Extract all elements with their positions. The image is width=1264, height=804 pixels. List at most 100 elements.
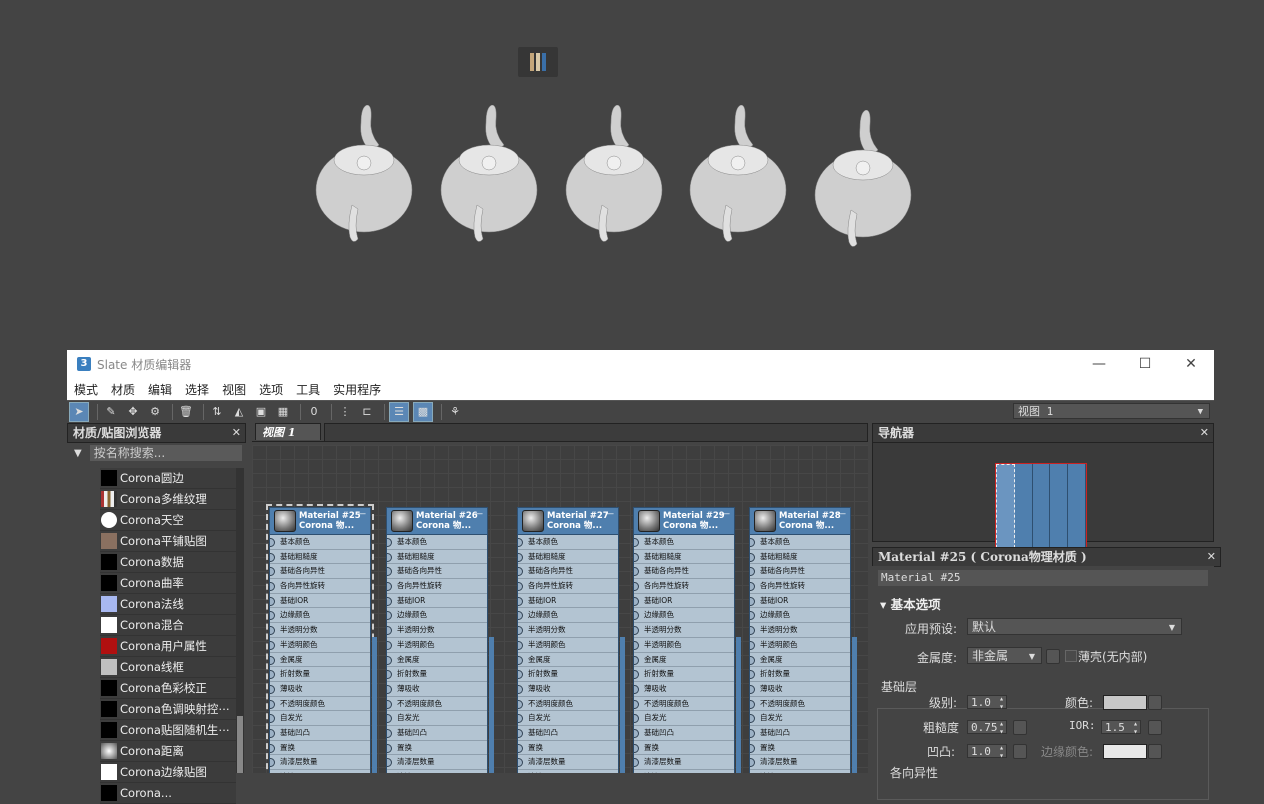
roughness-map-button[interactable]: [1013, 720, 1027, 735]
list-item[interactable]: Corona用户属性: [100, 636, 236, 657]
node-slot[interactable]: 基础各向异性: [518, 564, 618, 580]
show-in-viewport-icon[interactable]: ▩: [413, 401, 433, 422]
maximize-button[interactable]: ☐: [1122, 350, 1168, 378]
node-slot[interactable]: 各向异性旋转: [518, 579, 618, 594]
select-by-material-icon[interactable]: ⚘: [446, 403, 464, 421]
node-slot[interactable]: 不透明度颜色: [518, 697, 618, 712]
edge-color-map-button[interactable]: [1148, 744, 1162, 759]
node-slot[interactable]: 置换: [270, 741, 370, 756]
node-slot[interactable]: 基本颜色: [518, 535, 618, 550]
node-slot[interactable]: 各向异性旋转: [387, 579, 487, 594]
bump-map-button[interactable]: [1013, 744, 1027, 759]
node-slot[interactable]: 半透明分数: [270, 623, 370, 638]
node-slot[interactable]: 薄吸收: [750, 682, 850, 697]
ior-map-button[interactable]: [1148, 720, 1162, 735]
node-slot[interactable]: 置换: [518, 741, 618, 756]
node-slot[interactable]: 折射数量: [270, 667, 370, 682]
menu-edit[interactable]: 编辑: [148, 381, 172, 398]
node-header[interactable]: Material #28 Corona 物... —: [749, 507, 851, 535]
close-icon[interactable]: ✕: [232, 424, 241, 442]
node-slot[interactable]: 半透明分数: [518, 623, 618, 638]
browser-scrollbar[interactable]: [236, 468, 244, 773]
node-slot[interactable]: 折射数量: [518, 667, 618, 682]
node-slot[interactable]: 基础IOR: [634, 594, 734, 609]
navigator-frame[interactable]: [995, 463, 1087, 549]
node-slot[interactable]: 基础IOR: [750, 594, 850, 609]
close-button[interactable]: ✕: [1168, 350, 1214, 378]
node-slot[interactable]: 置换: [387, 741, 487, 756]
node-slot[interactable]: 基础各向异性: [750, 564, 850, 580]
node-slot[interactable]: 清漆层数量: [634, 755, 734, 770]
node-header[interactable]: Material #27 Corona 物... —: [517, 507, 619, 535]
delete-icon[interactable]: 🗑: [177, 403, 195, 421]
node-slot[interactable]: 不透明度颜色: [750, 697, 850, 712]
node-slot[interactable]: 清漆层数量: [270, 755, 370, 770]
node-slot[interactable]: 各向异性旋转: [270, 579, 370, 594]
collapse-node-icon[interactable]: —: [837, 509, 846, 519]
node-slot[interactable]: 金属度: [634, 653, 734, 668]
node-slot[interactable]: 薄吸收: [387, 682, 487, 697]
collapse-node-icon[interactable]: —: [605, 509, 614, 519]
menu-view[interactable]: 视图: [222, 381, 246, 398]
node-slot[interactable]: 基础凹凸: [387, 726, 487, 741]
node-slot[interactable]: 基础IOR: [270, 594, 370, 609]
node-slot[interactable]: 金属度: [387, 653, 487, 668]
roughness-spinner[interactable]: 0.75 ▴ ▾: [967, 720, 1007, 736]
list-item[interactable]: Corona平铺贴图: [100, 531, 236, 552]
3d-viewport[interactable]: [0, 0, 1264, 350]
node-slot[interactable]: 半透明颜色: [387, 638, 487, 653]
move-children-icon[interactable]: ⇅: [208, 403, 226, 421]
metalness-dropdown[interactable]: 非金属 ▼: [967, 647, 1042, 664]
node-slot[interactable]: 半透明分数: [387, 623, 487, 638]
collapse-triangle-icon[interactable]: ▼: [74, 448, 82, 459]
list-item[interactable]: Corona曲率: [100, 573, 236, 594]
view-dropdown[interactable]: 视图 1 ▼: [1013, 403, 1210, 419]
node-slot[interactable]: 基本颜色: [750, 535, 850, 550]
collapse-node-icon[interactable]: —: [721, 509, 730, 519]
node-header[interactable]: Material #29 Corona 物... —: [633, 507, 735, 535]
layout-icon[interactable]: ⋮: [336, 403, 354, 421]
node-slot[interactable]: 基础各向异性: [387, 564, 487, 580]
node-slot[interactable]: 薄吸收: [270, 682, 370, 697]
teapot-1[interactable]: [312, 105, 422, 255]
node-slot[interactable]: 置换: [750, 741, 850, 756]
node-slot[interactable]: 基础各向异性: [270, 564, 370, 580]
node-slot[interactable]: 清漆层数量: [750, 755, 850, 770]
close-icon[interactable]: ✕: [1207, 548, 1216, 566]
tab-view-1[interactable]: 视图 1: [255, 423, 321, 440]
menu-select[interactable]: 选择: [185, 381, 209, 398]
node-slot[interactable]: 不透明度颜色: [270, 697, 370, 712]
list-item[interactable]: Corona线框: [100, 657, 236, 678]
node-slot[interactable]: 折射数量: [387, 667, 487, 682]
node-slot[interactable]: 基础凹凸: [270, 726, 370, 741]
search-input[interactable]: 按名称搜索...: [89, 445, 242, 461]
node-slot[interactable]: 折射数量: [750, 667, 850, 682]
list-item[interactable]: Corona色调映射控⋯: [100, 699, 236, 720]
material-node[interactable]: Material #25 Corona 物... — 基本颜色 基础粗糙度 基础各向异性各…: [266, 504, 377, 773]
list-item[interactable]: Corona距离: [100, 741, 236, 762]
node-slot[interactable]: 半透明颜色: [750, 638, 850, 653]
node-slot[interactable]: 自发光: [750, 711, 850, 726]
node-slot[interactable]: 基础IOR: [387, 594, 487, 609]
node-slot[interactable]: 金属度: [518, 653, 618, 668]
node-header[interactable]: Material #25 Corona 物... —: [269, 507, 371, 535]
menu-options[interactable]: 选项: [259, 381, 283, 398]
node-slot[interactable]: 基本颜色: [270, 535, 370, 550]
collapse-node-icon[interactable]: —: [474, 509, 483, 519]
node-slot[interactable]: 边缘颜色: [750, 608, 850, 624]
edge-color-swatch[interactable]: [1103, 744, 1147, 759]
preset-dropdown[interactable]: 默认 ▼: [967, 618, 1182, 635]
material-list[interactable]: Corona圆边 Corona多维纹理 Corona天空 Corona平铺贴图 Coro…: [100, 468, 236, 804]
node-slot[interactable]: 边缘颜色: [634, 608, 734, 624]
node-slot[interactable]: 自发光: [518, 711, 618, 726]
material-id-icon[interactable]: 0: [305, 403, 323, 421]
list-item[interactable]: Corona色彩校正: [100, 678, 236, 699]
eyedropper-icon[interactable]: ✎: [102, 403, 120, 421]
node-slot[interactable]: 不透明度颜色: [634, 697, 734, 712]
node-slot[interactable]: 不透明度颜色: [387, 697, 487, 712]
node-slot[interactable]: 边缘颜色: [518, 608, 618, 624]
material-name-field[interactable]: Material #25: [878, 570, 1208, 586]
node-slot[interactable]: 各向异性旋转: [750, 579, 850, 594]
teapot-2[interactable]: [437, 105, 547, 255]
menu-mode[interactable]: 模式: [74, 381, 98, 398]
